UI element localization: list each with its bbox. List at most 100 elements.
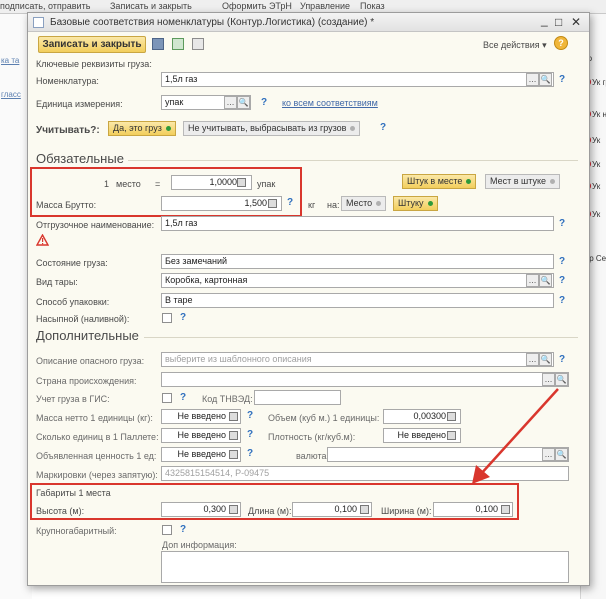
danger-desc-label: Описание опасного груза: [36,356,145,366]
density-label: Плотность (кг/куб.м): [268,432,356,442]
select-button[interactable]: … [526,73,539,86]
help-question-icon[interactable]: ? [180,392,186,403]
bg-toolbar-item[interactable]: Записать и закрыть [110,1,192,11]
help-question-icon[interactable]: ? [559,275,565,286]
pieces-in-place-toggle[interactable]: Штук в месте [402,174,477,189]
all-actions-menu[interactable]: Все действия ▾ [483,40,547,51]
cargo-state-field[interactable]: Без замечаний [161,254,554,269]
all-matches-link[interactable]: ко всем соответствиям [282,98,378,108]
tnved-label: Код ТНВЭД: [202,394,253,404]
search-icon[interactable]: 🔍 [237,96,250,109]
select-button[interactable]: … [526,274,539,287]
declared-value-label: Объявленная ценность 1 ед: [36,451,157,461]
consider-yes-toggle[interactable]: Да, это груз [108,121,176,136]
help-question-icon[interactable]: ? [247,410,253,421]
consider-no-toggle[interactable]: Не учитывать, выбрасывать из грузов [183,121,361,136]
help-question-icon[interactable]: ? [380,122,386,133]
places-in-piece-toggle[interactable]: Мест в штуке [485,174,560,189]
bg-toolbar-item[interactable]: Показ [360,1,385,11]
height-label: Высота (м): [36,506,85,516]
help-question-icon[interactable]: ? [559,354,565,365]
volume-label: Объем (куб м.) 1 единицы: [268,413,380,423]
danger-desc-field[interactable]: выберите из шаблонного описания [161,352,554,367]
help-icon[interactable]: ? [554,36,568,50]
by-place-toggle[interactable]: Место [341,196,387,211]
help-question-icon[interactable]: ? [559,218,565,229]
maximize-icon[interactable]: □ [555,15,562,29]
additional-section-title: Дополнительные [36,328,139,343]
nomenclature-label: Номенклатура: [36,76,99,86]
cargo-state-label: Состояние груза: [36,258,108,268]
ship-name-label: Отгрузочное наименование: [36,220,155,230]
minimize-icon[interactable]: _ [541,13,548,27]
bg-toolbar-item[interactable]: Оформить ЭТрН [222,1,292,11]
width-label: Ширина (м): [381,506,432,516]
save-icon[interactable] [152,38,164,50]
refresh-icon[interactable] [172,38,184,50]
gis-checkbox[interactable] [162,393,172,403]
search-icon[interactable]: 🔍 [539,353,552,366]
net-weight-label: Масса нетто 1 единицы (кг): [36,413,153,423]
currency-label: валюта: [296,451,330,461]
calculator-icon[interactable] [447,431,456,440]
nomenclature-dialog: Базовые соответствия номенклатуры (Конту… [27,12,590,586]
pack-method-field[interactable]: В таре [161,293,554,308]
per-pallet-label: Сколько единиц в 1 Паллете: [36,432,159,442]
calculator-icon[interactable] [447,412,456,421]
calculator-icon[interactable] [501,505,510,514]
dialog-title: Базовые соответствия номенклатуры (Конту… [50,17,375,28]
extra-info-label: Доп информация: [162,540,237,550]
search-icon[interactable]: 🔍 [539,73,552,86]
calculator-icon[interactable] [229,412,238,421]
kg-unit: кг [308,200,316,210]
by-piece-toggle[interactable]: Штуку [393,196,438,211]
calculator-icon[interactable] [229,431,238,440]
bulk-checkbox[interactable] [162,313,172,323]
ship-name-field[interactable]: 1,5л газ [161,216,554,231]
oversize-checkbox[interactable] [162,525,172,535]
bulk-label: Насыпной (наливной): [36,314,130,324]
help-question-icon[interactable]: ? [247,429,253,440]
table-icon[interactable] [192,38,204,50]
help-question-icon[interactable]: ? [261,97,267,108]
markings-label: Маркировки (через запятую): [36,470,158,480]
search-icon[interactable]: 🔍 [539,274,552,287]
tnved-field[interactable] [254,390,341,405]
pack-method-label: Способ упаковки: [36,297,110,307]
help-question-icon[interactable]: ? [247,448,253,459]
calculator-icon[interactable] [229,505,238,514]
unit-label: Единица измерения: [36,99,123,109]
origin-country-label: Страна происхождения: [36,376,137,386]
annotation-arrow [472,388,559,484]
on-label: на: [327,200,340,210]
extra-info-textarea[interactable] [161,551,569,583]
help-question-icon[interactable]: ? [559,256,565,267]
nomenclature-field[interactable]: 1,5л газ [161,72,554,87]
bg-toolbar-item[interactable]: подписать, отправить [0,1,90,11]
tare-label: Вид тары: [36,277,78,287]
bg-left-link[interactable]: ка та [1,56,29,65]
divider [144,337,578,338]
help-question-icon[interactable]: ? [180,312,186,323]
document-icon [33,17,44,28]
save-close-button[interactable]: Записать и закрыть [38,36,146,53]
oversize-label: Крупногабаритный: [36,526,117,536]
calculator-icon[interactable] [360,505,369,514]
calculator-icon[interactable] [229,450,238,459]
close-icon[interactable]: ✕ [571,15,581,29]
length-label: Длина (м): [248,506,292,516]
warning-triangle-icon [36,234,49,246]
divider [128,160,578,161]
select-button[interactable]: … [526,353,539,366]
consider-label: Учитывать?: [36,125,100,136]
bg-toolbar-item[interactable]: Управление [300,1,350,11]
tare-field[interactable]: Коробка, картонная [161,273,554,288]
help-question-icon[interactable]: ? [180,524,186,535]
bg-left-link[interactable]: гласс [1,90,29,99]
dialog-titlebar[interactable]: Базовые соответствия номенклатуры (Конту… [28,13,589,32]
select-button[interactable]: … [224,96,237,109]
gis-label: Учет груза в ГИС: [36,394,110,404]
highlight-frame [30,167,302,217]
help-question-icon[interactable]: ? [559,74,565,85]
help-question-icon[interactable]: ? [559,295,565,306]
